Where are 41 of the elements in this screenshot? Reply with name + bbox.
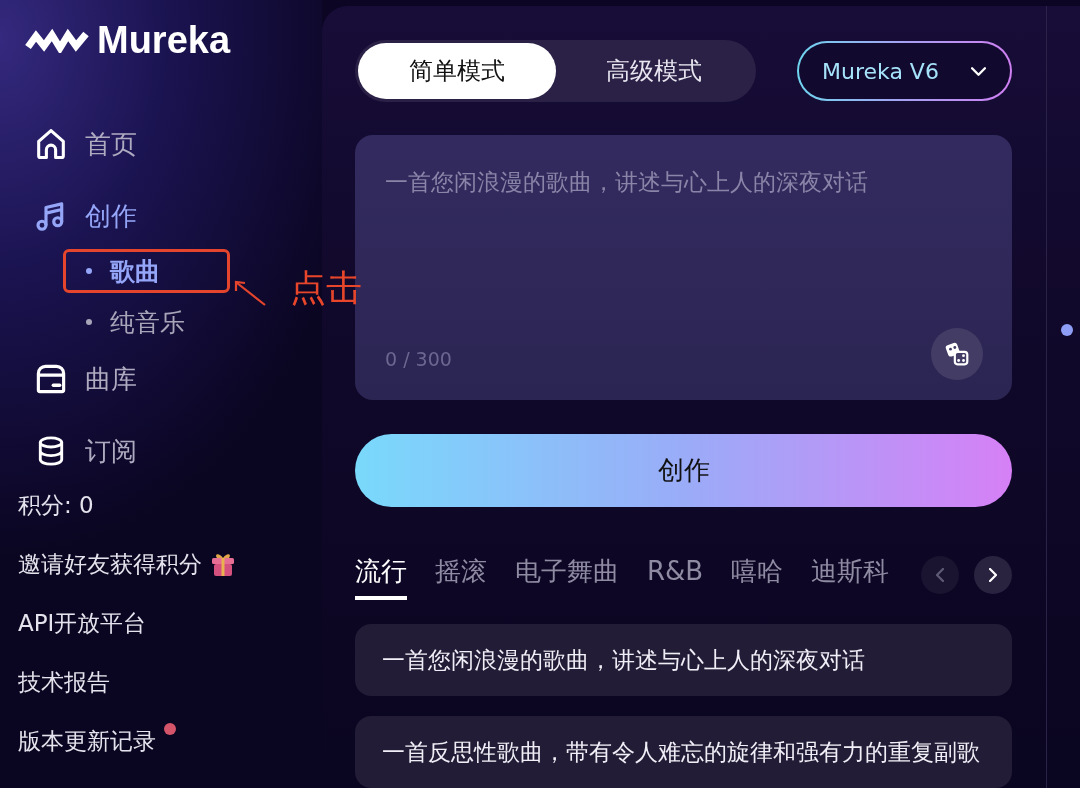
sidebar-link[interactable]: 版本更新记录 [18, 721, 176, 761]
dot-icon [1061, 324, 1073, 336]
sidebar-subitem[interactable]: 纯音乐 [63, 300, 230, 344]
mode-tab[interactable]: 高级模式 [555, 43, 753, 99]
bullet-icon [86, 319, 92, 325]
model-dropdown[interactable]: Mureka V6 [797, 41, 1012, 101]
next-button[interactable] [974, 556, 1012, 594]
prompt-input[interactable]: 一首您闲浪漫的歌曲，讲述与心上人的深夜对话 [385, 166, 983, 329]
database-icon [36, 436, 66, 466]
dice-icon [944, 341, 970, 368]
genre-tab[interactable]: 嘻哈 [731, 551, 784, 600]
music-note-icon [36, 201, 66, 231]
home-icon [36, 129, 66, 159]
character-counter: 0 / 300 [385, 347, 452, 372]
create-button[interactable]: 创作 [355, 434, 1012, 507]
sidebar-nav-item[interactable]: 首页 [18, 116, 137, 172]
chevron-right-icon [989, 568, 997, 582]
genre-tab[interactable]: R&B [647, 551, 704, 600]
sidebar-subitem[interactable]: 歌曲 [63, 249, 230, 293]
prompt-suggestion[interactable]: 一首您闲浪漫的歌曲，讲述与心上人的深夜对话 [355, 624, 1012, 696]
chevron-left-icon [936, 568, 944, 582]
genre-tab[interactable]: 迪斯科 [811, 551, 890, 600]
points-balance: 积分: 0 [18, 491, 94, 520]
annotation-arrow [233, 279, 267, 307]
sidebar-nav-item[interactable]: 曲库 [18, 351, 137, 407]
bullet-icon [86, 268, 92, 274]
sidebar-nav-item[interactable]: 创作 [18, 188, 137, 244]
brand-name: Mureka [97, 22, 231, 58]
sidebar-link[interactable]: 邀请好友获得积分 [18, 544, 236, 584]
chevron-down-icon [971, 66, 986, 76]
genre-tab[interactable]: 流行 [355, 551, 407, 600]
mode-tab[interactable]: 简单模式 [358, 43, 556, 99]
genre-tab[interactable]: 摇滚 [435, 551, 487, 600]
sidebar-link[interactable]: 技术报告 [18, 662, 110, 702]
drawer-icon [36, 364, 66, 394]
logo-icon [25, 27, 89, 53]
prompt-suggestion[interactable]: 一首反思性歌曲，带有令人难忘的旋律和强有力的重复副歌 [355, 716, 1012, 788]
sidebar-link[interactable]: API开放平台 [18, 603, 147, 643]
gift-icon [210, 551, 236, 577]
genre-tab[interactable]: 电子舞曲 [515, 551, 619, 600]
sidebar-nav-item[interactable]: 订阅 [18, 423, 137, 479]
